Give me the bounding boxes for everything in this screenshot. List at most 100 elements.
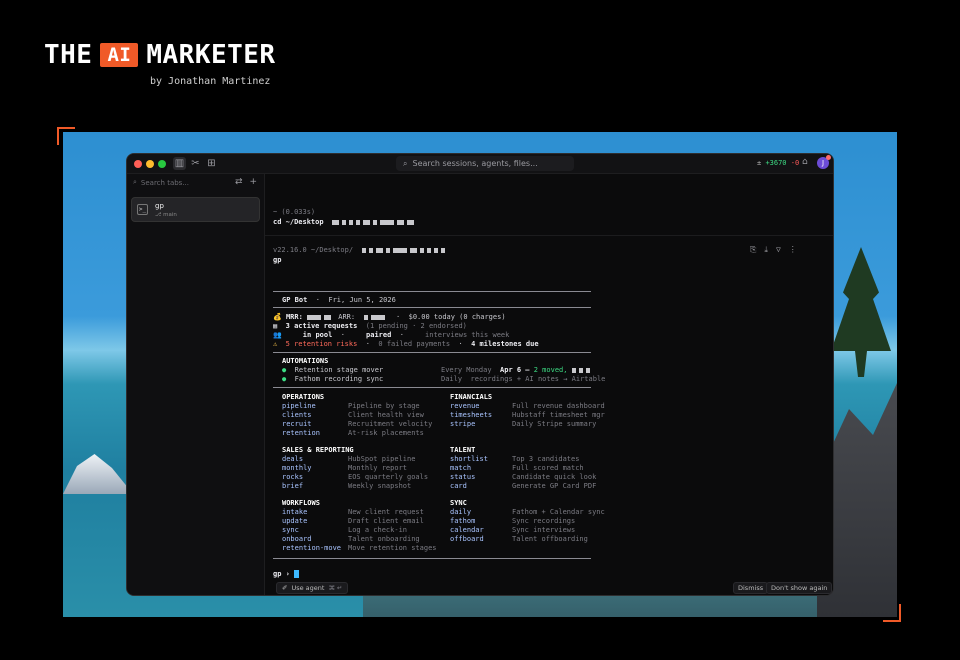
divider bbox=[273, 291, 591, 292]
brand-left: THE bbox=[44, 40, 93, 70]
attach-icon[interactable]: ⎘ bbox=[750, 245, 756, 255]
sidebar-item-gp[interactable]: >_ gp ⎇ main bbox=[131, 197, 260, 222]
command[interactable]: rocks bbox=[282, 473, 303, 481]
automation-sched: Daily bbox=[441, 375, 463, 383]
automation-desc: recordings + AI notes → Airtable bbox=[470, 375, 606, 383]
command[interactable]: match bbox=[450, 464, 471, 472]
zoom-window-button[interactable] bbox=[158, 160, 166, 168]
sidebar-icon[interactable]: ▥ bbox=[173, 157, 186, 170]
command[interactable]: calendar bbox=[450, 526, 484, 534]
command[interactable]: daily bbox=[450, 508, 471, 516]
terminal[interactable]: ~ (0.033s) cd ~/Desktop v22.16.0 ~/Deskt… bbox=[265, 174, 833, 595]
command[interactable]: deals bbox=[282, 455, 303, 463]
command[interactable]: retention bbox=[282, 429, 320, 437]
interviews: interviews this week bbox=[425, 331, 510, 339]
command-desc: Pipeline by stage bbox=[348, 402, 420, 410]
dont-show-again-button[interactable]: Don't show again bbox=[766, 582, 833, 594]
automation-row: ● Fathom recording sync bbox=[282, 375, 384, 383]
sidebar-item-name: gp bbox=[155, 202, 164, 210]
plus-icon[interactable]: + bbox=[250, 177, 258, 187]
global-search-placeholder: Search sessions, agents, files... bbox=[412, 159, 538, 168]
prompt-line: v22.16.0 ~/Desktop/ bbox=[273, 246, 448, 254]
command[interactable]: recruit bbox=[282, 420, 312, 428]
command-desc: Talent onboarding bbox=[348, 535, 420, 543]
automation-schedule: Every Monday Apr 6 – 2 moved, bbox=[441, 366, 593, 374]
command[interactable]: status bbox=[450, 473, 475, 481]
command-desc: Log a check-in bbox=[348, 526, 408, 534]
avatar-letter: J bbox=[821, 159, 825, 167]
avatar[interactable]: J bbox=[817, 155, 831, 169]
ops-descriptions: Pipeline by stage Client health view Rec… bbox=[348, 402, 432, 438]
command[interactable]: card bbox=[450, 482, 467, 490]
close-window-button[interactable] bbox=[134, 160, 142, 168]
command-desc: Move retention stages bbox=[348, 544, 437, 552]
today-charges: $0.00 today (0 charges) bbox=[408, 313, 506, 321]
talent-descriptions: Top 3 candidates Full scored match Candi… bbox=[512, 455, 596, 491]
ops-commands: pipeline clients recruit retention bbox=[282, 402, 320, 438]
revenue-line: 💰 MRR: ARR: · $0.00 today (0 charges) bbox=[273, 313, 506, 321]
command[interactable]: retention-move bbox=[282, 544, 341, 552]
command-desc: Daily Stripe summary bbox=[512, 420, 597, 428]
gp-date: Fri, Jun 5, 2026 bbox=[328, 296, 396, 304]
clipboard-icon: ▦ bbox=[273, 322, 278, 330]
command-desc: Client health view bbox=[348, 411, 424, 419]
download-icon[interactable]: ⤓ bbox=[764, 245, 768, 255]
command-desc: Full scored match bbox=[512, 464, 584, 472]
financials-heading: FINANCIALS bbox=[450, 393, 493, 401]
command[interactable]: shortlist bbox=[450, 455, 488, 463]
command-desc: Hubstaff timesheet mgr bbox=[512, 411, 605, 419]
command-desc: New client request bbox=[348, 508, 424, 516]
command-desc: Full revenue dashboard bbox=[512, 402, 605, 410]
command-block-cd[interactable]: ~ (0.033s) cd ~/Desktop bbox=[265, 174, 833, 236]
diff-stats[interactable]: ± +3670 -0 bbox=[757, 159, 799, 167]
dismiss-button[interactable]: Dismiss bbox=[733, 582, 769, 594]
command-desc: Draft client email bbox=[348, 517, 424, 525]
command[interactable]: sync bbox=[282, 526, 299, 534]
in-pool: in pool bbox=[302, 331, 333, 339]
more-icon[interactable]: ⋮ bbox=[789, 245, 797, 255]
tools-icon[interactable]: ✂ bbox=[189, 157, 202, 170]
search-icon: ⌕ bbox=[403, 158, 408, 168]
people-icon: 👥 bbox=[273, 331, 282, 339]
redacted-text bbox=[332, 218, 417, 226]
agent-icon: ✐ bbox=[282, 584, 288, 592]
command[interactable]: stripe bbox=[450, 420, 475, 428]
sales-commands: deals monthly rocks brief bbox=[282, 455, 312, 491]
command[interactable]: clients bbox=[282, 411, 312, 419]
command[interactable]: update bbox=[282, 517, 307, 525]
command[interactable]: timesheets bbox=[450, 411, 492, 419]
minimize-window-button[interactable] bbox=[146, 160, 154, 168]
sidebar-item-branch: ⎇ main bbox=[155, 212, 177, 218]
global-search[interactable]: ⌕ Search sessions, agents, files... bbox=[396, 156, 574, 171]
funnel-icon[interactable]: ▽ bbox=[776, 245, 781, 255]
divider bbox=[273, 558, 591, 559]
block-command: cd ~/Desktop bbox=[273, 218, 417, 226]
pine-tree bbox=[831, 247, 891, 377]
retention-risks: 5 retention risks bbox=[285, 340, 358, 348]
block-actions: ⎘ ⤓ ▽ ⋮ bbox=[750, 245, 797, 255]
command-desc: Sync interviews bbox=[512, 526, 576, 534]
automation-name: Fathom recording sync bbox=[294, 375, 384, 383]
filter-icon[interactable]: ⇄ bbox=[235, 177, 243, 187]
command[interactable]: onboard bbox=[282, 535, 312, 543]
command[interactable]: intake bbox=[282, 508, 307, 516]
sync-heading: SYNC bbox=[450, 499, 467, 507]
command[interactable]: pipeline bbox=[282, 402, 316, 410]
command[interactable]: offboard bbox=[450, 535, 484, 543]
command[interactable]: monthly bbox=[282, 464, 312, 472]
use-agent-button[interactable]: ✐ Use agent ⌘ ↵ bbox=[276, 582, 349, 594]
command[interactable]: revenue bbox=[450, 402, 480, 410]
talent-heading: TALENT bbox=[450, 446, 476, 454]
command[interactable]: brief bbox=[282, 482, 303, 490]
inbox-icon[interactable]: ⌂ bbox=[802, 157, 808, 167]
cd-command: cd ~/Desktop bbox=[273, 218, 324, 226]
diff-plus: +3670 bbox=[765, 159, 787, 167]
grid-icon[interactable]: ⊞ bbox=[205, 157, 218, 170]
command[interactable]: fathom bbox=[450, 517, 475, 525]
input-prompt[interactable]: gp › bbox=[273, 570, 300, 578]
arr-label: ARR: bbox=[338, 313, 356, 321]
talent-commands: shortlist match status card bbox=[450, 455, 488, 491]
tab-search-input[interactable]: ⌕ Search tabs... bbox=[133, 178, 233, 187]
divider bbox=[273, 307, 591, 308]
sync-commands: daily fathom calendar offboard bbox=[450, 508, 484, 544]
